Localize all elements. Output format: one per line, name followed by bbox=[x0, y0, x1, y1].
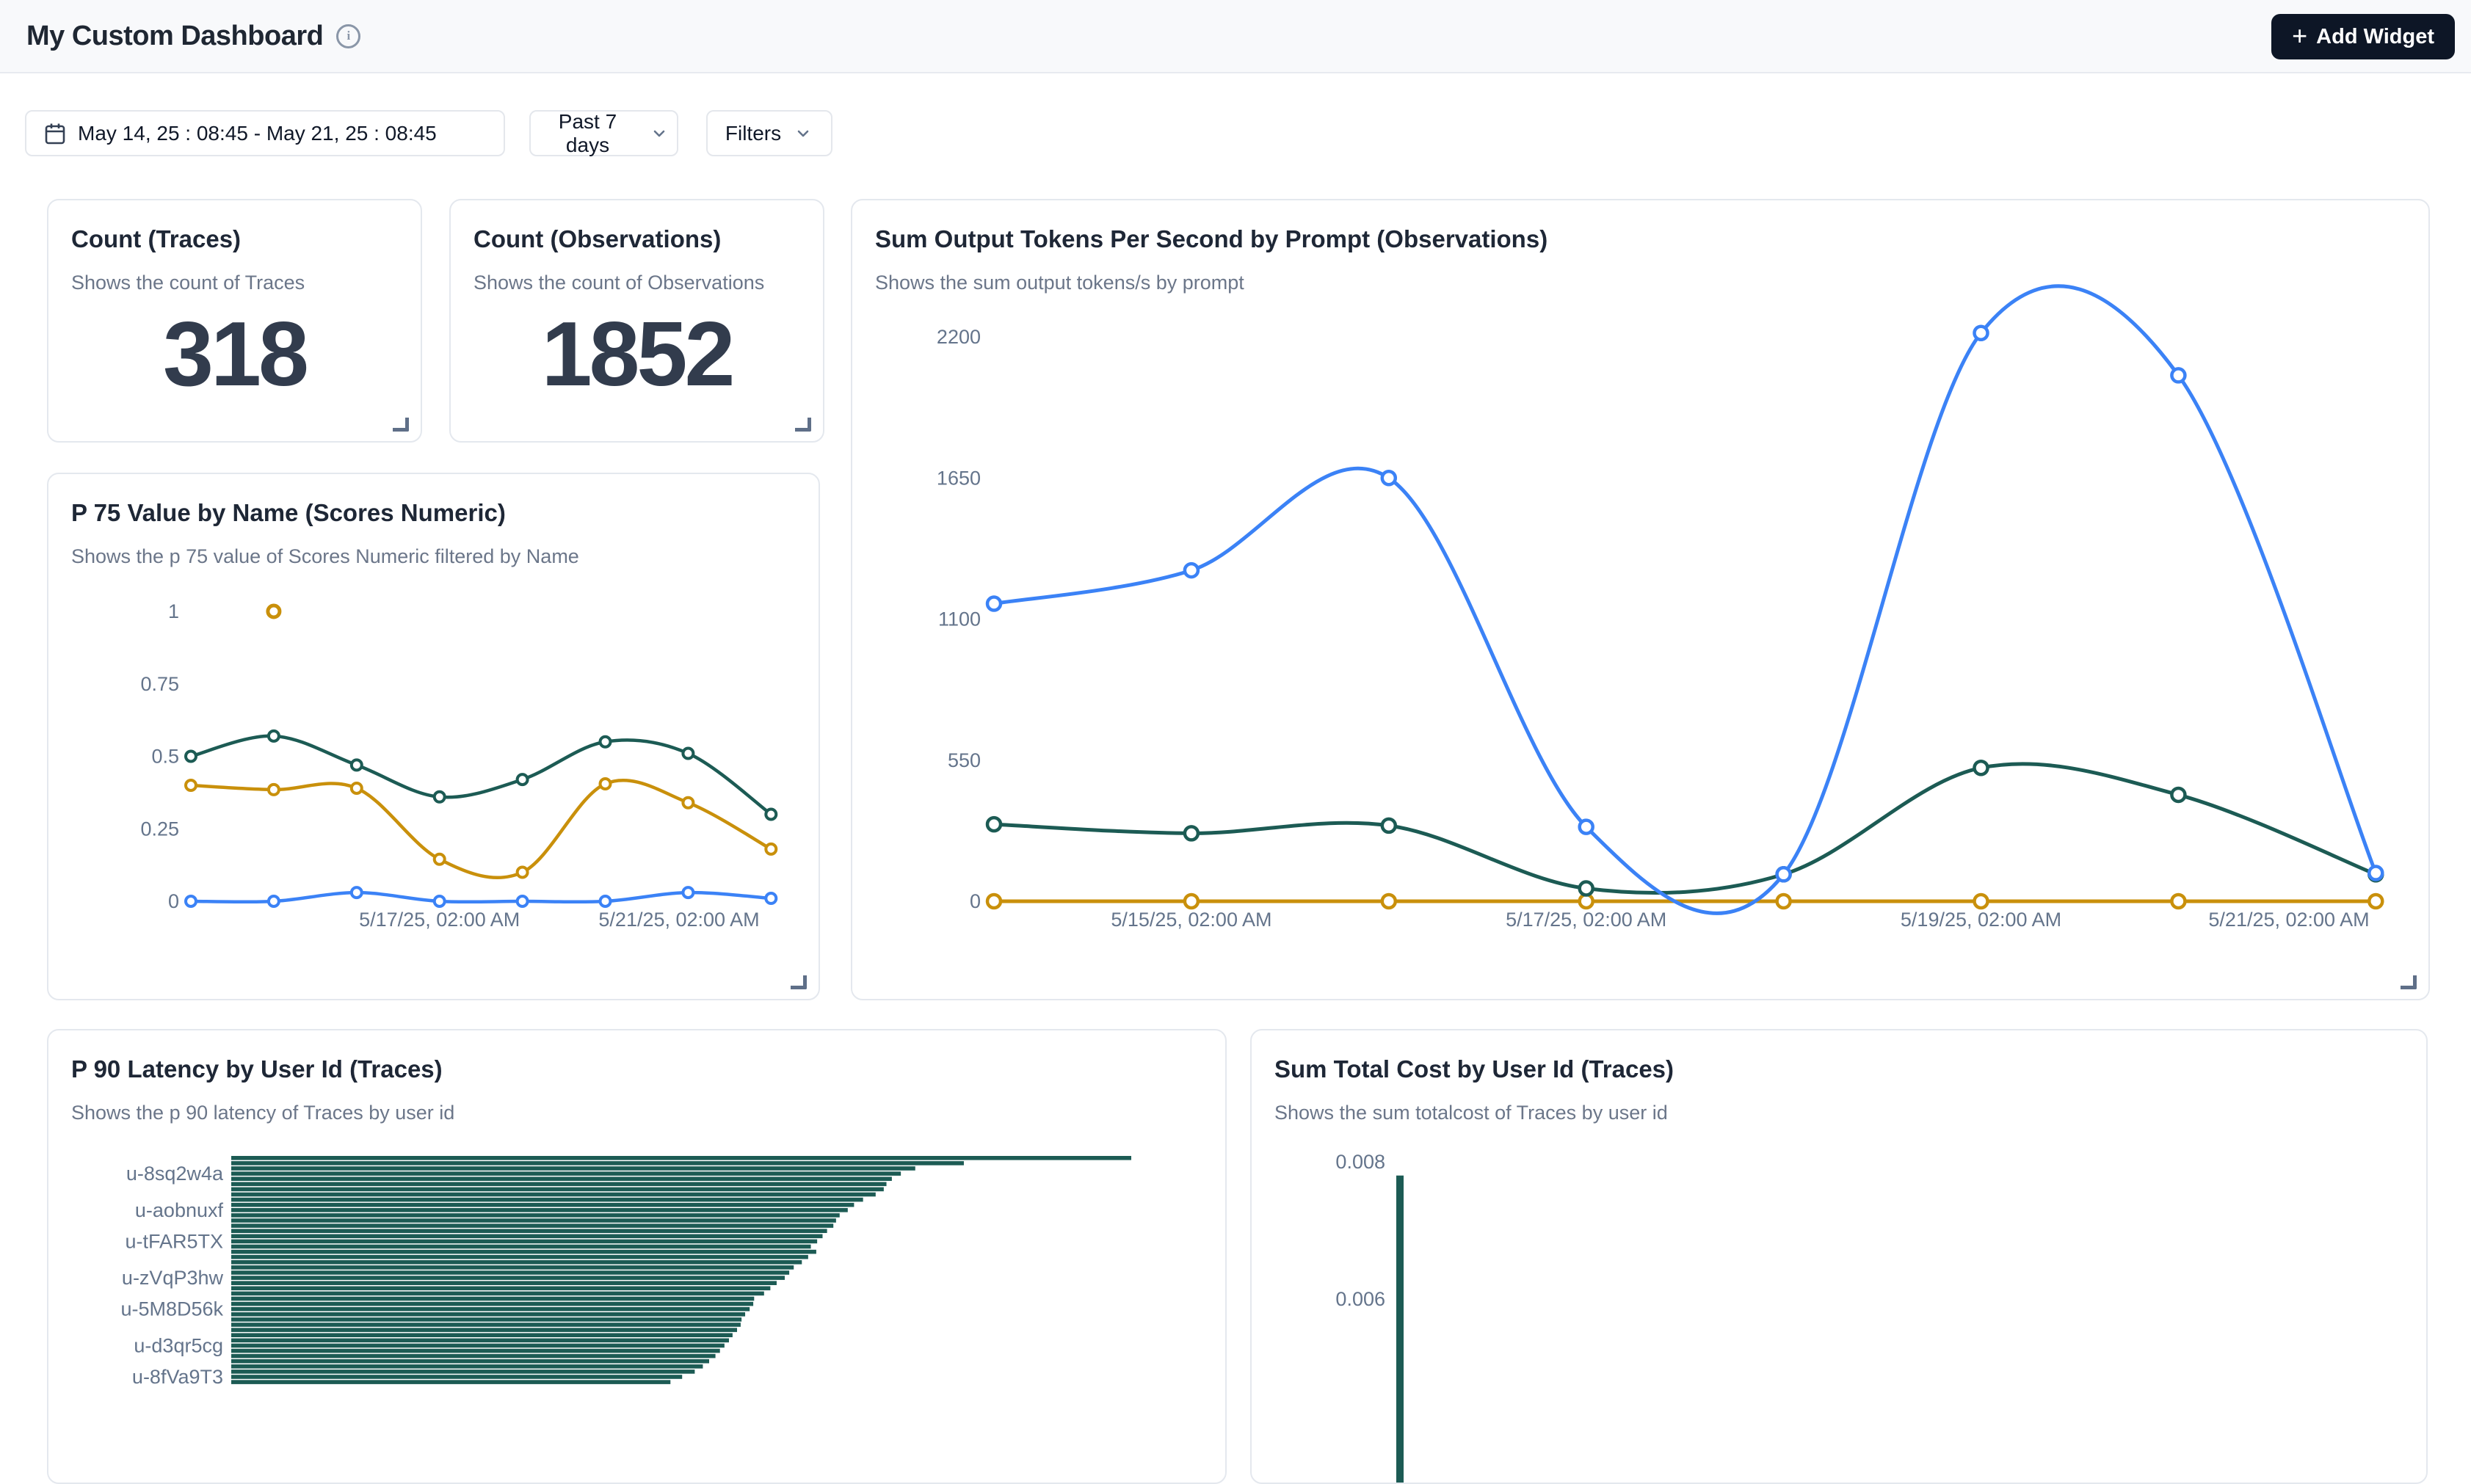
svg-text:0: 0 bbox=[970, 890, 981, 912]
chevron-down-icon bbox=[793, 123, 813, 144]
count-traces-value: 318 bbox=[48, 309, 421, 400]
svg-text:0.006: 0.006 bbox=[1335, 1288, 1385, 1310]
svg-text:1100: 1100 bbox=[938, 608, 981, 630]
svg-text:5/19/25, 02:00 AM: 5/19/25, 02:00 AM bbox=[1901, 909, 2061, 931]
svg-text:5/15/25, 02:00 AM: 5/15/25, 02:00 AM bbox=[1111, 909, 1271, 931]
filters-dropdown[interactable]: Filters bbox=[706, 110, 832, 156]
svg-text:0.25: 0.25 bbox=[140, 818, 179, 840]
svg-text:550: 550 bbox=[948, 749, 981, 771]
widget-subtitle: Shows the p 75 value of Scores Numeric f… bbox=[71, 545, 579, 568]
widget-subtitle: Shows the count of Observations bbox=[473, 272, 764, 294]
add-widget-button[interactable]: + Add Widget bbox=[2271, 14, 2455, 59]
widget-subtitle: Shows the sum totalcost of Traces by use… bbox=[1274, 1102, 1668, 1124]
svg-text:u-aobnuxf: u-aobnuxf bbox=[135, 1199, 224, 1221]
widget-title: P 75 Value by Name (Scores Numeric) bbox=[71, 499, 506, 527]
widget-title: P 90 Latency by User Id (Traces) bbox=[71, 1055, 443, 1083]
filters-label: Filters bbox=[725, 122, 781, 145]
widget-count-traces: Count (Traces) Shows the count of Traces… bbox=[47, 199, 422, 443]
top-header-bar: My Custom Dashboard i + Add Widget bbox=[0, 0, 2471, 73]
time-preset-label: Past 7 days bbox=[538, 110, 637, 157]
count-observations-value: 1852 bbox=[451, 309, 823, 400]
plus-icon: + bbox=[2292, 23, 2307, 49]
svg-text:u-zVqP3hw: u-zVqP3hw bbox=[122, 1267, 224, 1289]
svg-text:5/21/25, 02:00 AM: 5/21/25, 02:00 AM bbox=[2208, 909, 2369, 931]
cost-bar-chart: 0.006 0.008 bbox=[1252, 1030, 2426, 1483]
svg-text:5/17/25, 02:00 AM: 5/17/25, 02:00 AM bbox=[359, 909, 520, 931]
widget-title: Count (Traces) bbox=[71, 225, 241, 253]
time-preset-dropdown[interactable]: Past 7 days bbox=[529, 110, 678, 156]
svg-text:0.75: 0.75 bbox=[140, 673, 179, 695]
svg-text:u-5M8D56k: u-5M8D56k bbox=[120, 1298, 223, 1320]
resize-handle-icon[interactable] bbox=[2401, 975, 2417, 989]
date-range-picker[interactable]: May 14, 25 : 08:45 - May 21, 25 : 08:45 bbox=[25, 110, 505, 156]
resize-handle-icon[interactable] bbox=[393, 418, 409, 432]
svg-text:2200: 2200 bbox=[937, 326, 981, 348]
svg-text:0: 0 bbox=[168, 890, 179, 912]
svg-text:u-8fVa9T3: u-8fVa9T3 bbox=[132, 1366, 223, 1388]
widget-subtitle: Shows the count of Traces bbox=[71, 272, 305, 294]
svg-text:u-d3qr5cg: u-d3qr5cg bbox=[134, 1334, 223, 1356]
widget-subtitle: Shows the p 90 latency of Traces by user… bbox=[71, 1102, 454, 1124]
widget-title: Sum Output Tokens Per Second by Prompt (… bbox=[875, 225, 1547, 253]
date-range-value: May 14, 25 : 08:45 - May 21, 25 : 08:45 bbox=[78, 122, 437, 145]
widget-count-observations: Count (Observations) Shows the count of … bbox=[449, 199, 824, 443]
resize-handle-icon[interactable] bbox=[795, 418, 811, 432]
widget-p90-latency: u-8sq2w4a u-aobnuxf u-tFAR5TX u-zVqP3hw u-5M… bbox=[47, 1029, 1227, 1484]
calendar-icon bbox=[44, 122, 66, 145]
tokens-line-chart: 0 550 1100 1650 2200 5/15/25, 02:00 AM 5/17/25… bbox=[852, 200, 2428, 999]
widget-sum-total-cost: 0.006 0.008 Sum Total Cost by User Id (Tr… bbox=[1250, 1029, 2428, 1484]
svg-text:u-tFAR5TX: u-tFAR5TX bbox=[125, 1230, 223, 1252]
add-widget-label: Add Widget bbox=[2316, 25, 2434, 49]
svg-text:5/17/25, 02:00 AM: 5/17/25, 02:00 AM bbox=[1506, 909, 1666, 931]
widget-title: Sum Total Cost by User Id (Traces) bbox=[1274, 1055, 1674, 1083]
svg-text:0.008: 0.008 bbox=[1335, 1151, 1385, 1173]
svg-text:1: 1 bbox=[168, 600, 179, 622]
info-icon[interactable]: i bbox=[336, 24, 360, 48]
resize-handle-icon[interactable] bbox=[791, 975, 807, 989]
widget-p75-value-by-name: 0 0.25 0.5 0.75 1 5/17/25, 02:00 AM 5/21/25, 0… bbox=[47, 473, 820, 1000]
widget-tokens-per-second: 0 550 1100 1650 2200 5/15/25, 02:00 AM 5/17/25… bbox=[851, 199, 2430, 1000]
svg-text:0.5: 0.5 bbox=[151, 746, 179, 768]
page-title: My Custom Dashboard bbox=[26, 21, 323, 52]
svg-text:u-8sq2w4a: u-8sq2w4a bbox=[126, 1163, 224, 1185]
chevron-down-icon bbox=[649, 123, 670, 144]
svg-text:1650: 1650 bbox=[937, 467, 981, 489]
svg-text:5/21/25, 02:00 AM: 5/21/25, 02:00 AM bbox=[598, 909, 759, 931]
p90-bar-chart: u-8sq2w4a u-aobnuxf u-tFAR5TX u-zVqP3hw u-5M… bbox=[48, 1030, 1225, 1483]
widget-subtitle: Shows the sum output tokens/s by prompt bbox=[875, 272, 1244, 294]
widget-title: Count (Observations) bbox=[473, 225, 721, 253]
